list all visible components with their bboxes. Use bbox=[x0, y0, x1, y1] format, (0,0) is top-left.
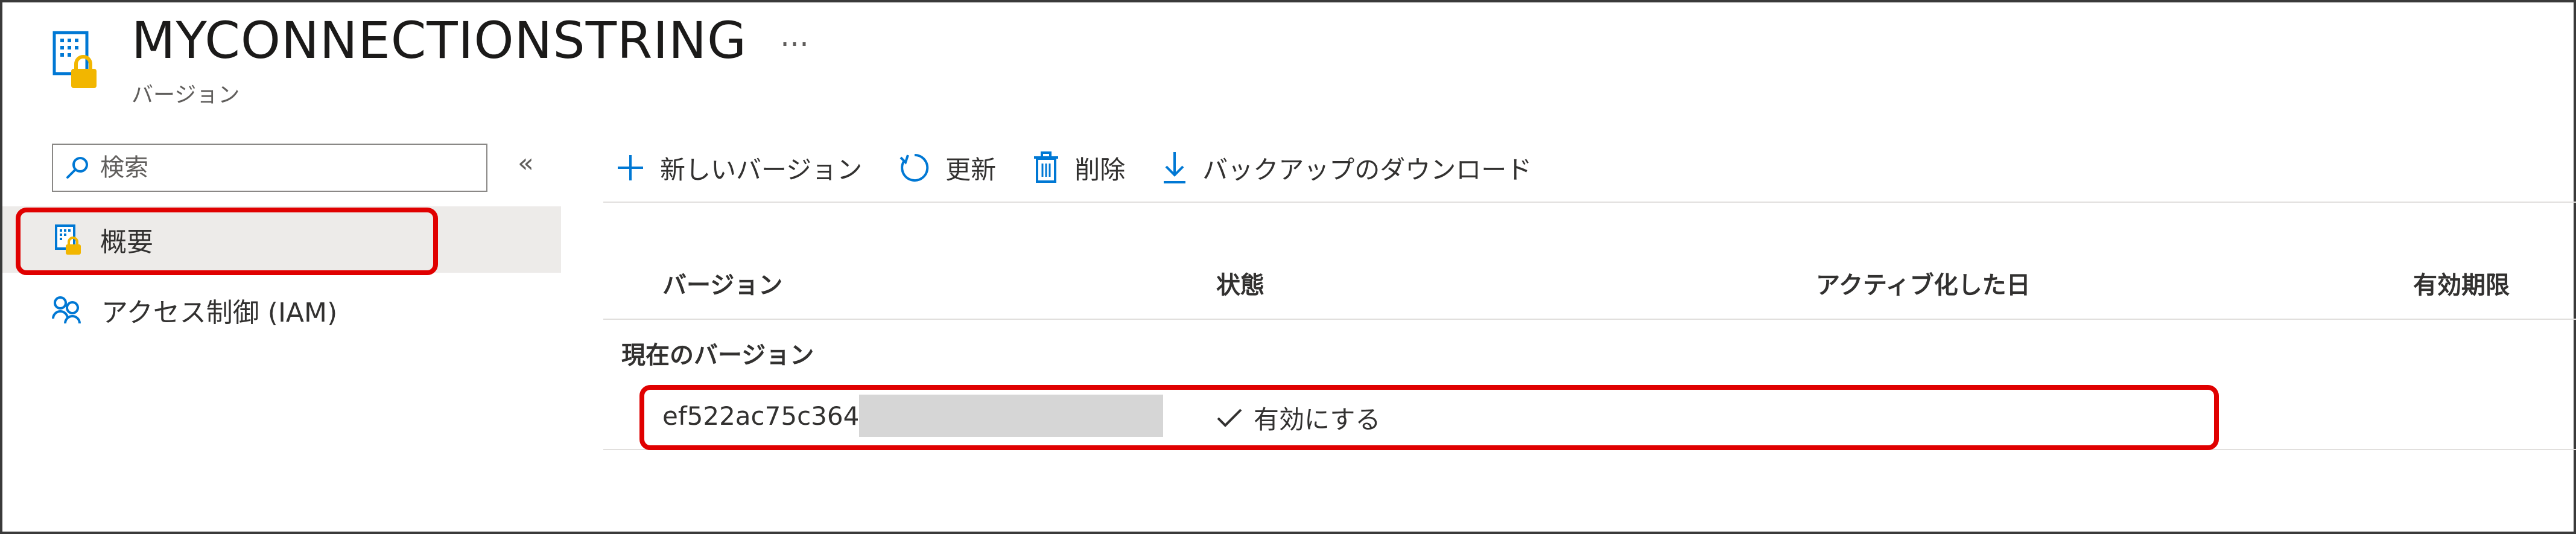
refresh-icon bbox=[899, 153, 929, 182]
key-vault-secret-icon bbox=[52, 31, 97, 88]
sidebar-item-access-control[interactable]: アクセス制御 (IAM) bbox=[52, 291, 337, 329]
new-version-label: 新しいバージョン bbox=[660, 154, 863, 185]
column-header-expiration[interactable]: 有効期限 bbox=[2413, 265, 2510, 300]
page-title: MYCONNECTIONSTRING bbox=[132, 11, 747, 70]
search-input[interactable] bbox=[99, 153, 475, 182]
download-backup-label: バックアップのダウンロード bbox=[1202, 154, 1532, 185]
refresh-label: 更新 bbox=[945, 154, 997, 185]
delete-button[interactable]: 削除 bbox=[1032, 150, 1125, 186]
more-options-button[interactable]: … bbox=[780, 22, 809, 51]
column-header-status[interactable]: 状態 bbox=[1216, 265, 1264, 300]
people-icon bbox=[52, 296, 81, 324]
collapse-sidebar-button[interactable]: « bbox=[518, 148, 534, 179]
highlight-overview bbox=[16, 208, 438, 275]
column-header-version[interactable]: バージョン bbox=[662, 265, 782, 300]
highlight-current-version-row bbox=[639, 385, 2219, 450]
refresh-button[interactable]: 更新 bbox=[898, 150, 996, 186]
sidebar-item-label: アクセス制御 (IAM) bbox=[101, 297, 338, 328]
trash-icon bbox=[1034, 151, 1059, 183]
plus-icon bbox=[618, 155, 643, 180]
sidebar-search-box[interactable] bbox=[52, 144, 487, 192]
group-header-current-version: 現在のバージョン bbox=[621, 342, 814, 369]
download-backup-button[interactable]: バックアップのダウンロード bbox=[1161, 150, 1532, 186]
table-header-divider bbox=[603, 319, 2576, 320]
delete-label: 削除 bbox=[1074, 154, 1126, 185]
download-icon bbox=[1164, 152, 1186, 183]
search-icon bbox=[66, 157, 88, 179]
toolbar-divider bbox=[603, 202, 2576, 203]
column-header-activated[interactable]: アクティブ化した日 bbox=[1816, 265, 2031, 300]
new-version-button[interactable]: 新しいバージョン bbox=[615, 150, 862, 186]
page-subtitle: バージョン bbox=[132, 83, 240, 107]
command-bar: 新しいバージョン 更新 削除 バックアップのダウンロード bbox=[615, 144, 1568, 192]
